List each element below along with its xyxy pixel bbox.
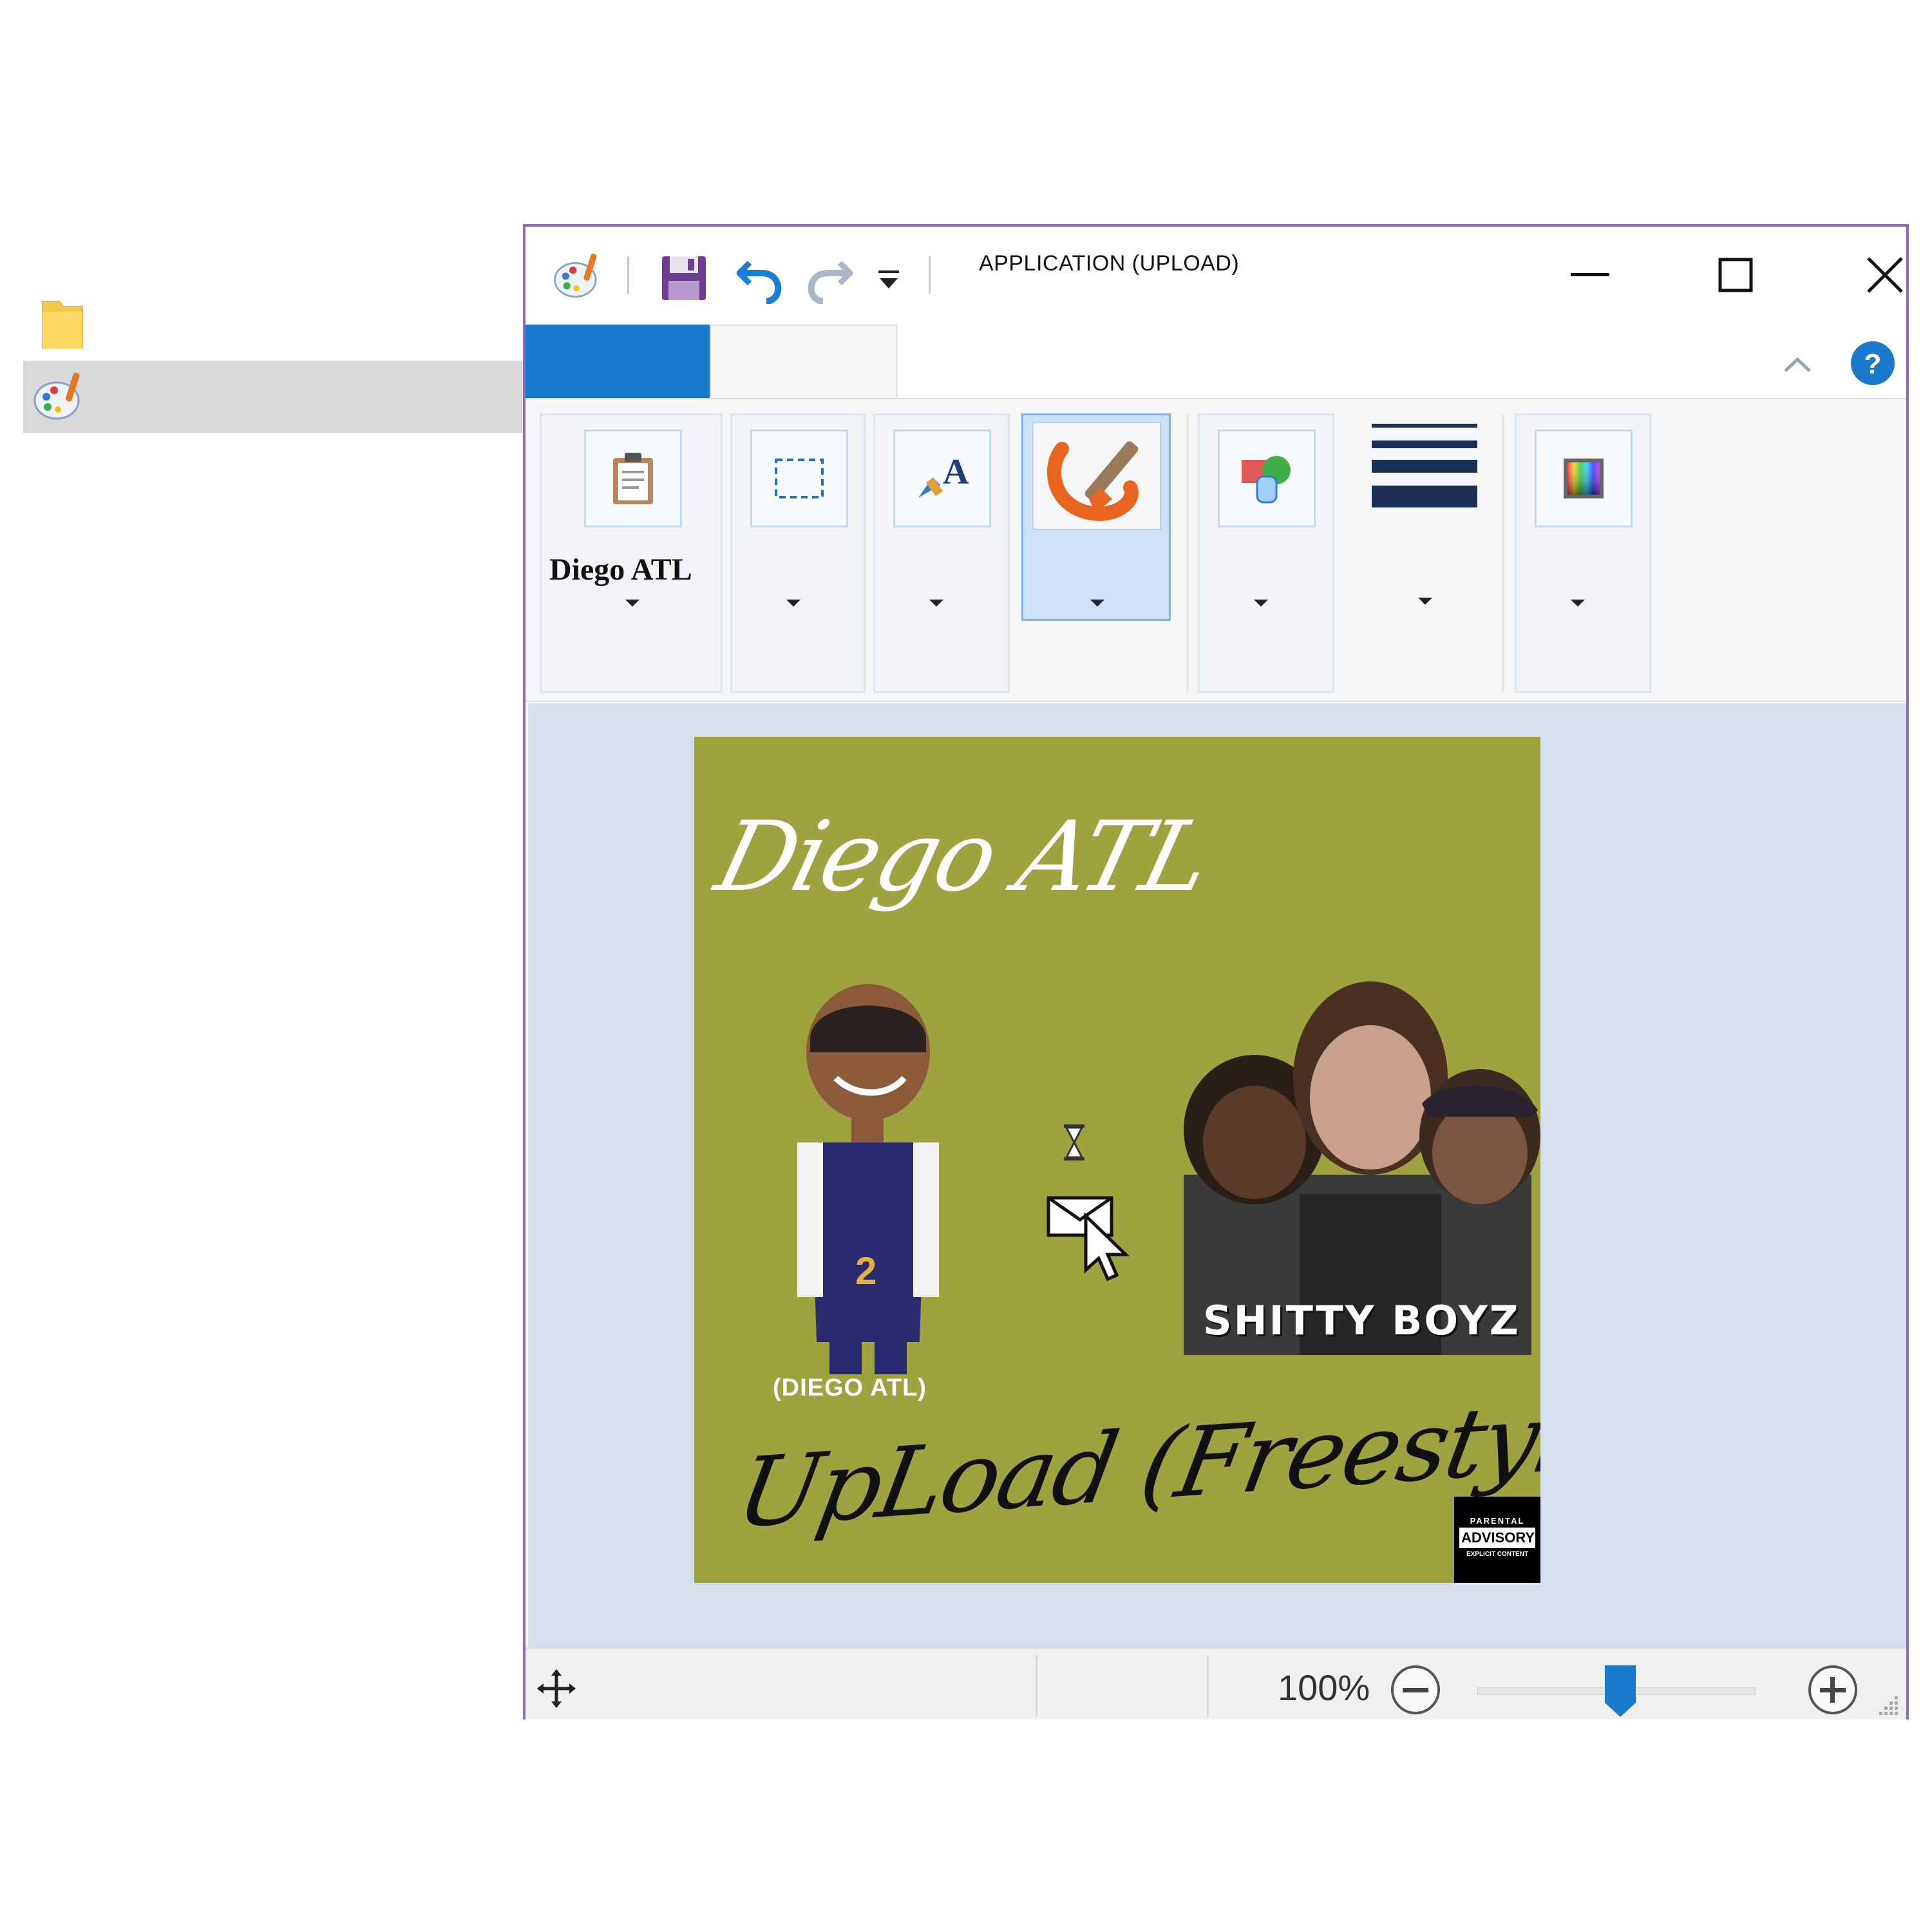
svg-text:2: 2 xyxy=(855,1249,876,1293)
chevron-down-icon[interactable] xyxy=(929,600,943,607)
shapes-group[interactable] xyxy=(1198,413,1334,693)
edit-colors-icon[interactable] xyxy=(1535,430,1633,527)
brushes-button[interactable] xyxy=(1021,413,1171,621)
clipboard-icon[interactable] xyxy=(584,430,682,527)
ribbon: Diego ATL A xyxy=(526,398,1906,702)
artwork-group-label: SHITTY BOYZ xyxy=(1203,1297,1520,1344)
help-icon[interactable]: ? xyxy=(1850,340,1896,386)
minimize-button[interactable] xyxy=(1542,240,1638,310)
advisory-line-2: ADVISORY xyxy=(1459,1528,1535,1548)
chevron-down-icon[interactable] xyxy=(1254,600,1268,607)
size-group[interactable] xyxy=(1356,413,1495,693)
tab-file[interactable] xyxy=(526,325,710,398)
undo-icon[interactable] xyxy=(735,252,784,305)
paint-app-icon[interactable] xyxy=(31,367,89,425)
group-separator xyxy=(1502,415,1504,692)
close-button[interactable] xyxy=(1837,240,1932,310)
paint-app-icon[interactable] xyxy=(551,249,605,303)
maximize-button[interactable] xyxy=(1687,240,1784,310)
taskbar-item-paint-selected[interactable] xyxy=(23,361,522,433)
collapse-ribbon-icon[interactable] xyxy=(1781,349,1814,381)
chevron-down-icon[interactable] xyxy=(1571,600,1585,607)
cursor-icon xyxy=(1046,1194,1149,1284)
zoom-out-button[interactable] xyxy=(1388,1663,1443,1717)
chevron-down-icon[interactable] xyxy=(625,600,639,607)
zoom-level: 100% xyxy=(1278,1667,1370,1708)
image-group[interactable] xyxy=(730,413,866,693)
canvas-image[interactable]: Diego ATL 2 (DIEGO ATL) SHITTY BOYZ UpLo… xyxy=(694,737,1540,1583)
zoom-slider-thumb[interactable] xyxy=(1602,1663,1638,1718)
customize-quick-access-icon[interactable] xyxy=(876,267,902,292)
tools-group[interactable]: A xyxy=(873,413,1010,693)
parental-advisory-badge: PARENTAL ADVISORY EXPLICIT CONTENT xyxy=(1454,1497,1540,1583)
hourglass-icon xyxy=(1061,1123,1087,1162)
svg-text:?: ? xyxy=(1864,348,1882,380)
clipboard-label: Diego ATL xyxy=(549,553,692,587)
move-cursor-icon xyxy=(536,1668,577,1709)
artwork-caption: (DIEGO ATL) xyxy=(773,1374,927,1401)
title-bar: APPLICATION (UPLOAD) xyxy=(526,227,1906,323)
brush-icon[interactable] xyxy=(1032,422,1161,530)
svg-text:A: A xyxy=(943,453,969,492)
redo-icon[interactable] xyxy=(805,252,854,305)
shapes-icon[interactable] xyxy=(1218,430,1316,527)
line-size-icon[interactable] xyxy=(1372,421,1477,511)
chevron-down-icon[interactable] xyxy=(1418,598,1432,605)
advisory-line-3: EXPLICIT CONTENT xyxy=(1466,1551,1529,1558)
window-title: APPLICATION (UPLOAD) xyxy=(979,251,1240,276)
clipboard-group[interactable]: Diego ATL xyxy=(540,413,723,693)
colors-group[interactable] xyxy=(1515,413,1651,693)
person-figure: 2 xyxy=(784,981,945,1381)
quick-access-separator xyxy=(627,256,629,294)
zoom-in-button[interactable] xyxy=(1806,1663,1860,1717)
resize-grip-icon[interactable] xyxy=(1877,1694,1900,1717)
paint-window: APPLICATION (UPLOAD) ? Diego ATL A Diego… xyxy=(523,224,1909,1719)
advisory-line-1: PARENTAL xyxy=(1470,1516,1525,1526)
status-separator xyxy=(1207,1655,1209,1717)
artwork-title-script: Diego ATL xyxy=(706,801,1220,913)
status-separator xyxy=(1036,1655,1037,1717)
group-separator xyxy=(1186,415,1189,692)
chevron-down-icon[interactable] xyxy=(1090,600,1104,607)
tools-icon[interactable]: A xyxy=(893,430,991,527)
tab-home[interactable] xyxy=(710,325,898,399)
save-icon[interactable] xyxy=(659,254,708,303)
quick-access-separator xyxy=(929,256,931,294)
select-icon[interactable] xyxy=(750,430,848,527)
chevron-down-icon[interactable] xyxy=(786,600,800,607)
folder-icon[interactable] xyxy=(40,298,85,350)
status-bar: 100% xyxy=(526,1647,1906,1719)
